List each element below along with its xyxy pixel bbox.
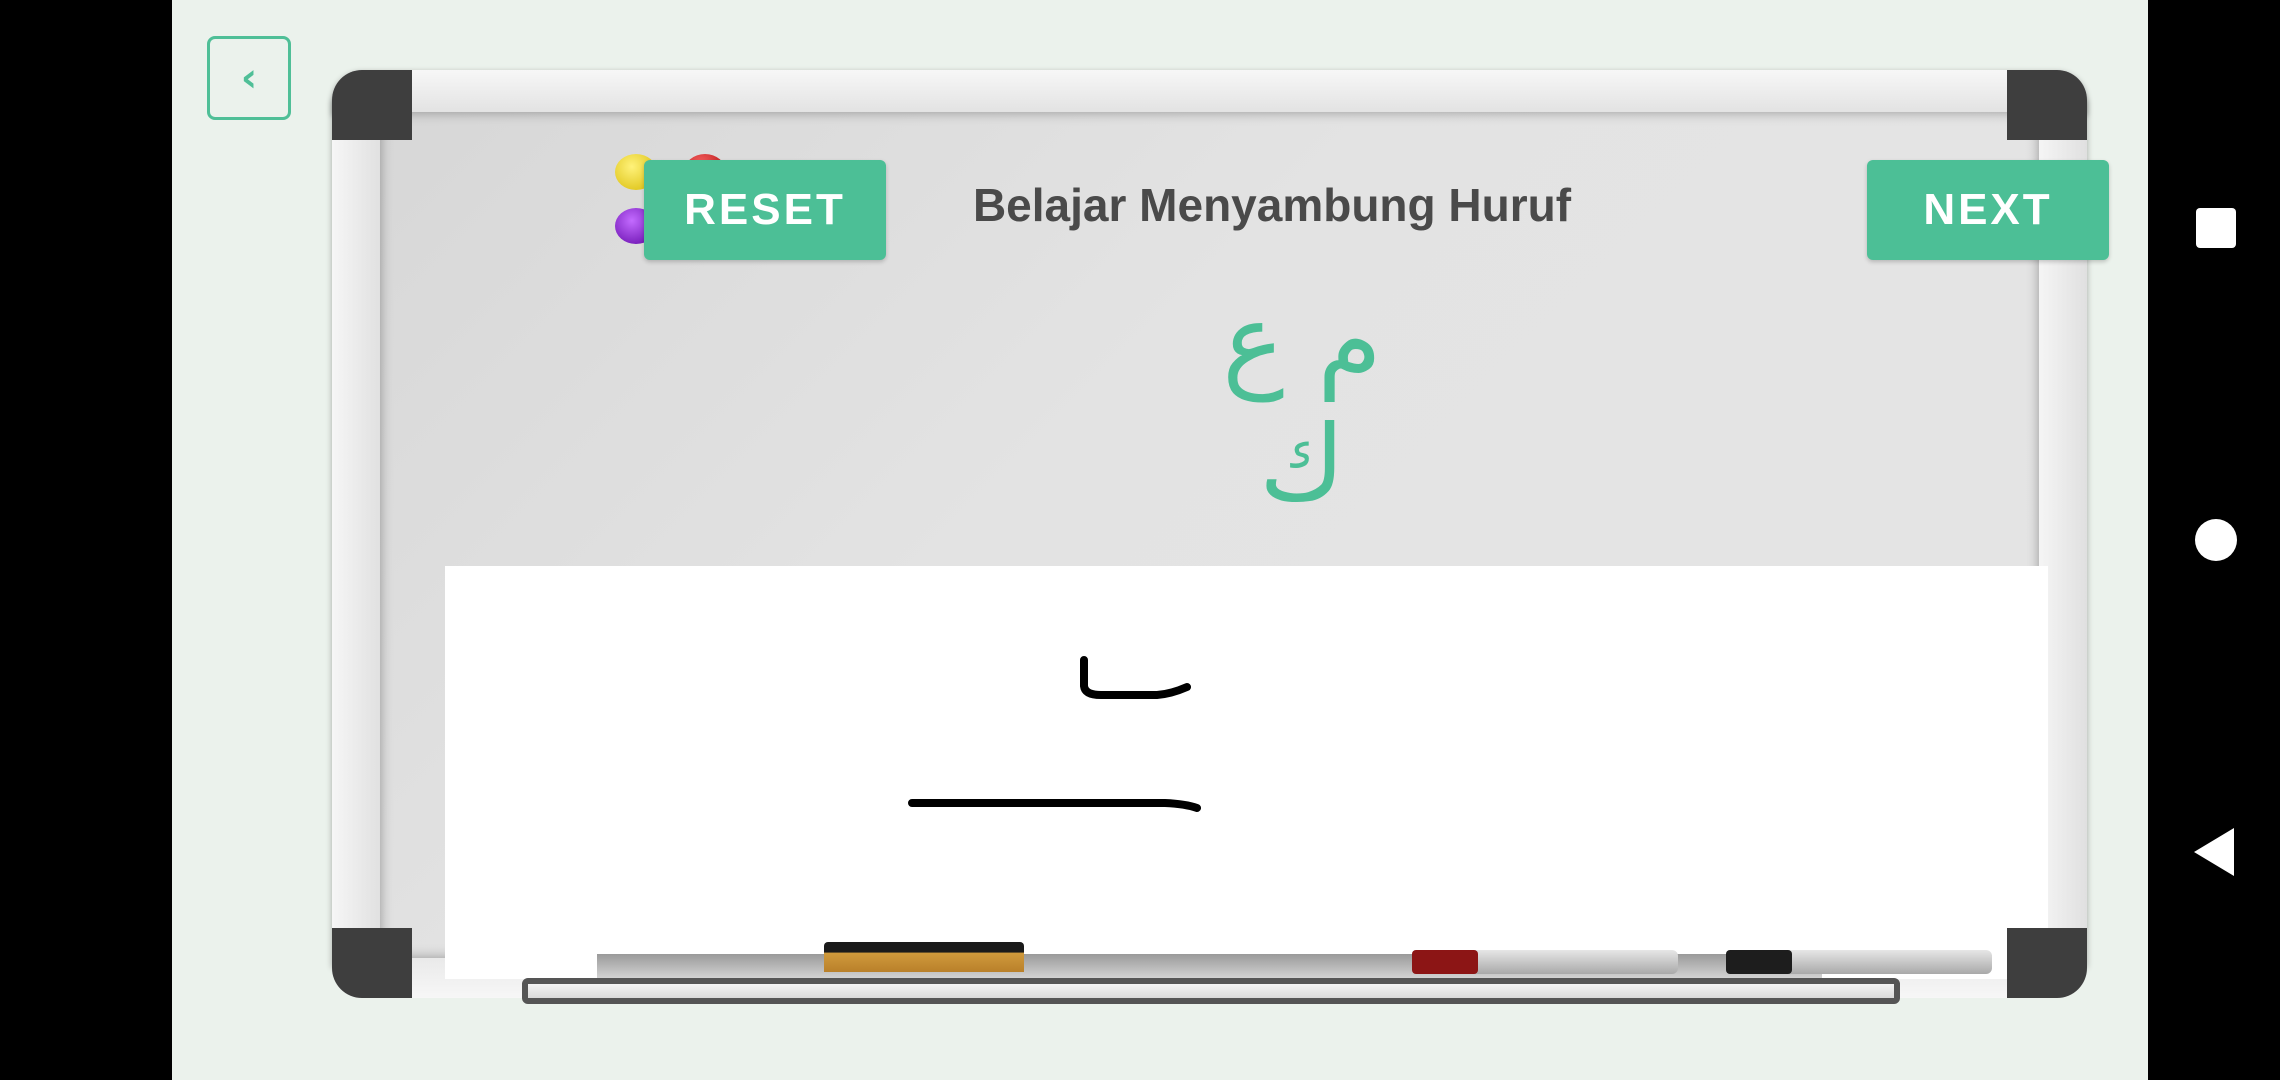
drawing-canvas[interactable] xyxy=(445,566,2048,979)
marker-tray xyxy=(522,978,1900,1004)
page-title: Belajar Menyambung Huruf xyxy=(972,179,1572,231)
red-marker-icon[interactable] xyxy=(1412,950,1678,974)
black-marker-icon[interactable] xyxy=(1726,950,1992,974)
board-corner xyxy=(332,70,412,140)
recents-square-icon[interactable] xyxy=(2196,208,2236,248)
board-corner xyxy=(2007,70,2087,140)
target-letters: م ع ك xyxy=(1222,280,1382,524)
chevron-left-icon: ‹ xyxy=(240,55,258,101)
board-corner xyxy=(332,928,412,998)
board-corner xyxy=(2007,928,2087,998)
board-frame-top xyxy=(332,70,2087,114)
eraser-icon[interactable] xyxy=(824,942,1024,972)
whiteboard: RESET Belajar Menyambung Huruf NEXT م ع … xyxy=(332,70,2109,1004)
device: ‹ RESET Belajar Menyambung Huruf NEXT م … xyxy=(0,0,2280,1080)
system-nav-bar xyxy=(2148,0,2280,1080)
app-screen: ‹ RESET Belajar Menyambung Huruf NEXT م … xyxy=(172,0,2148,1080)
back-button[interactable]: ‹ xyxy=(207,36,291,120)
home-circle-icon[interactable] xyxy=(2195,519,2237,561)
back-triangle-icon[interactable] xyxy=(2194,828,2234,876)
next-button[interactable]: NEXT xyxy=(1867,160,2109,260)
drawn-strokes xyxy=(908,656,1201,812)
board-frame-left xyxy=(332,100,382,968)
reset-button[interactable]: RESET xyxy=(644,160,886,260)
